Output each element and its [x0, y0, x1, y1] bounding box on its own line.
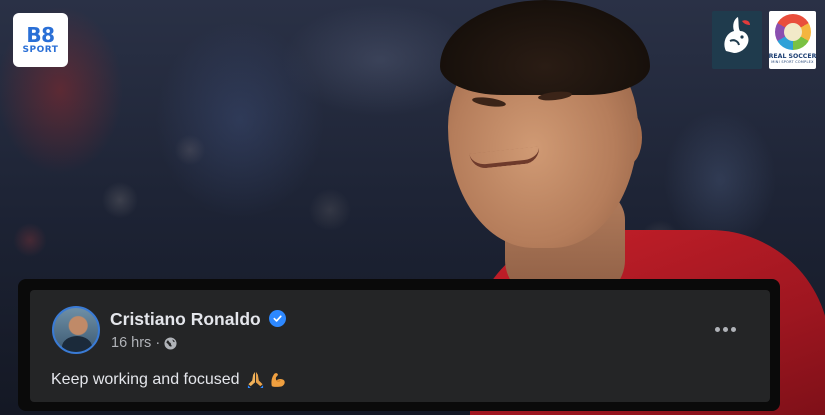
verified-badge-icon: [269, 310, 286, 327]
more-horizontal-icon: [714, 326, 720, 332]
author-name[interactable]: Cristiano Ronaldo: [110, 309, 261, 330]
author-avatar[interactable]: [52, 306, 100, 354]
b8-sport-logo: B8 SPORT: [13, 13, 68, 67]
post-timestamp[interactable]: 16 hrs: [111, 335, 151, 351]
real-soccer-logo: REAL SOCCER MINI SPORT COMPLEX: [769, 11, 816, 69]
folded-hands-icon: [246, 370, 265, 389]
post-text: Keep working and focused: [51, 370, 240, 388]
meta-separator: ·: [155, 335, 161, 351]
real-soccer-name: REAL SOCCER: [768, 53, 817, 60]
real-soccer-tagline: MINI SPORT COMPLEX: [771, 60, 814, 64]
rabbit-icon: [724, 17, 750, 53]
flexed-biceps-icon: [268, 370, 287, 389]
soccer-ball-icon: [774, 14, 811, 50]
globe-icon[interactable]: [164, 336, 177, 350]
post-meta: 16 hrs ·: [111, 335, 177, 351]
b8-logo-main: B8: [26, 22, 55, 47]
more-options-button[interactable]: [708, 318, 742, 340]
rabbit-logo: [712, 11, 762, 69]
b8-logo-sub: SPORT: [22, 44, 59, 55]
post-body: Keep working and focused: [51, 370, 287, 389]
